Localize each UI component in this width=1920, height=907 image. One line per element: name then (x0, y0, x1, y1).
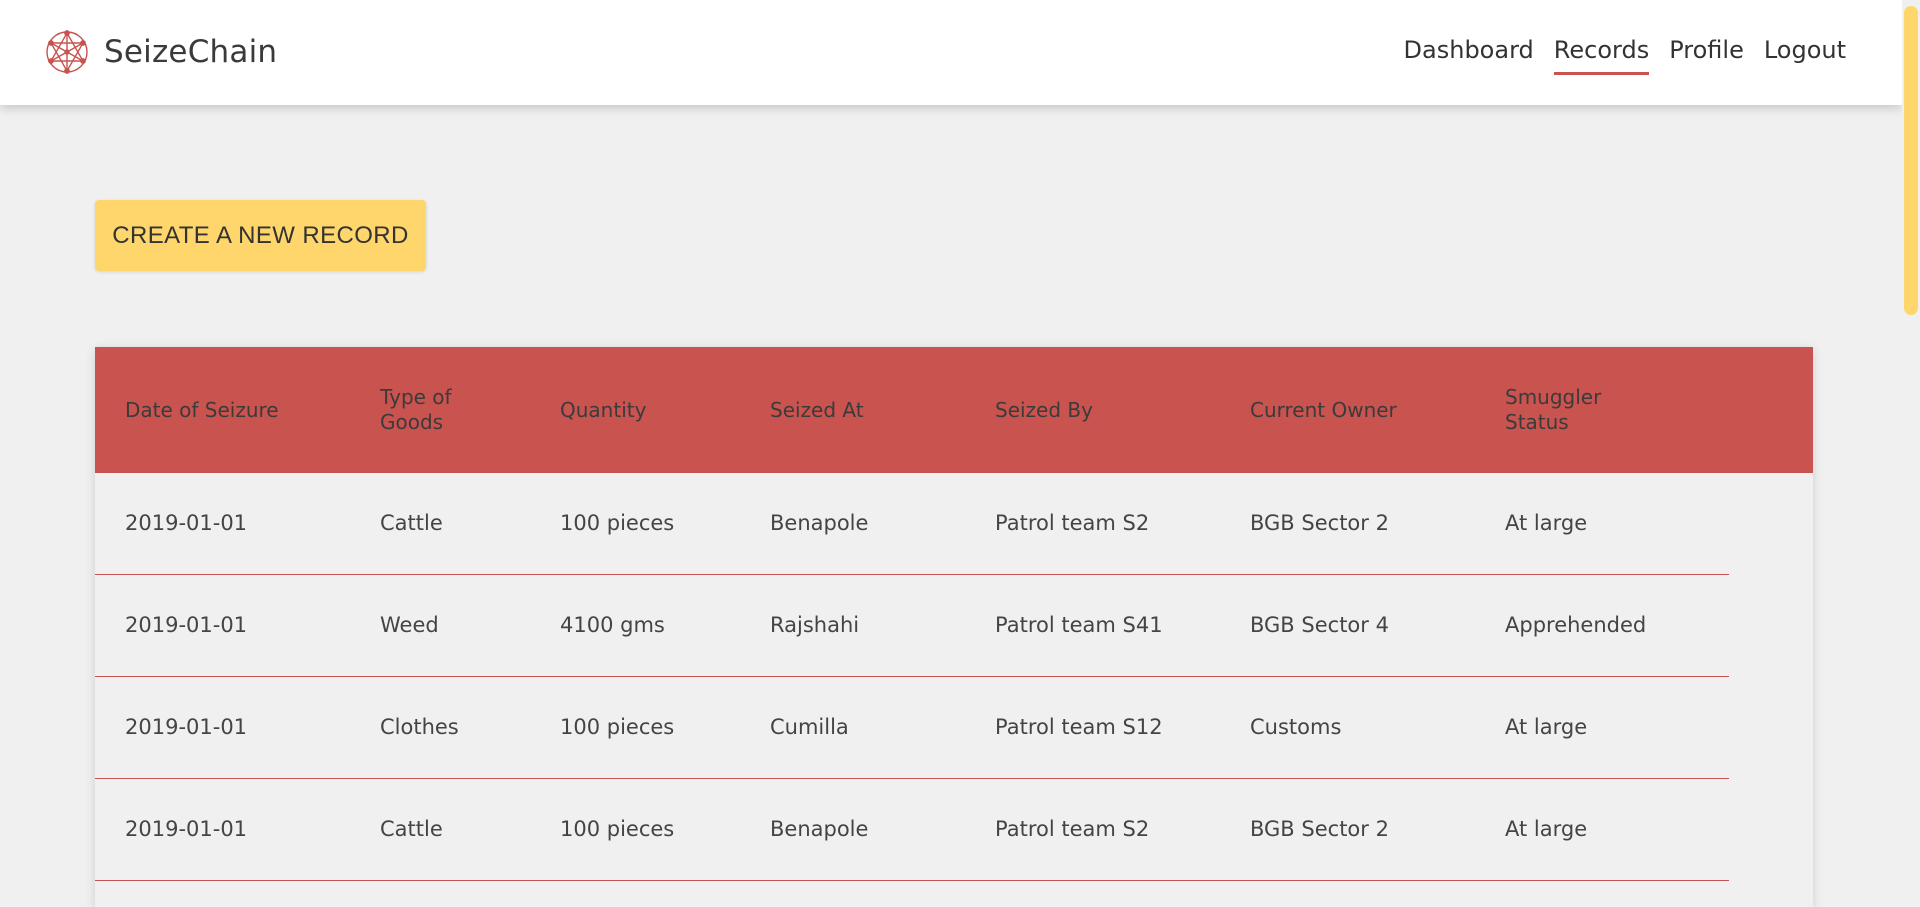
cell-status: At large (1505, 511, 1588, 535)
cell-owner: BGB Sector 2 (1250, 511, 1389, 535)
main-nav: Dashboard Records Profile Logout (1384, 36, 1846, 75)
cell-seized-at: Rajshahi (770, 613, 860, 637)
brand[interactable]: SeizeChain (42, 27, 277, 77)
cell-quantity: 100 pieces (560, 715, 675, 739)
cell-seized-by: Patrol team S2 (995, 511, 1150, 535)
cell-quantity: 100 pieces (560, 511, 675, 535)
table-header: Date of Seizure Type of Goods Quantity S… (95, 347, 1813, 473)
cell-date: 2019-01-01 (125, 511, 248, 535)
cell-seized-at: Benapole (770, 511, 869, 535)
header-date: Date of Seizure (125, 397, 279, 422)
cell-owner: Customs (1250, 715, 1342, 739)
cell-quantity: 4100 gms (560, 613, 665, 637)
header-seized-at: Seized At (770, 397, 864, 422)
brand-name: SeizeChain (104, 34, 278, 70)
header-seized-by: Seized By (995, 397, 1093, 422)
cell-seized-at: Benapole (770, 817, 869, 841)
records-table: Date of Seizure Type of Goods Quantity S… (95, 347, 1813, 907)
table-row[interactable]: 2019-01-01 Cattle 100 pieces Benapole Pa… (95, 473, 1729, 575)
cell-seized-by: Patrol team S2 (995, 817, 1150, 841)
cell-status: At large (1505, 817, 1588, 841)
table-row[interactable]: 2019-01-01 Weed 4100 gms Rajshahi Patrol… (95, 575, 1729, 677)
cell-seized-by: Patrol team S12 (995, 715, 1163, 739)
cell-seized-at: Cumilla (770, 715, 849, 739)
header-current-owner: Current Owner (1250, 397, 1397, 422)
header-smuggler-status: Smuggler Status (1505, 385, 1602, 434)
cell-date: 2019-01-01 (125, 715, 248, 739)
nav-dashboard[interactable]: Dashboard (1404, 36, 1534, 75)
cell-type: Weed (380, 613, 439, 637)
table-row[interactable]: 2019-01-01 Clothes 100 pieces Cumilla Pa… (95, 677, 1729, 779)
header-type: Type of Goods (380, 385, 452, 434)
cell-date: 2019-01-01 (125, 817, 248, 841)
cell-date: 2019-01-01 (125, 613, 248, 637)
cell-type: Cattle (380, 511, 443, 535)
cell-status: At large (1505, 715, 1588, 739)
cell-status: Apprehended (1505, 613, 1647, 637)
create-record-button[interactable]: CREATE A NEW RECORD (95, 200, 426, 271)
nav-profile[interactable]: Profile (1669, 36, 1744, 75)
nav-records[interactable]: Records (1553, 36, 1650, 75)
header-quantity: Quantity (560, 397, 647, 422)
cell-type: Cattle (380, 817, 443, 841)
cell-owner: BGB Sector 2 (1250, 817, 1389, 841)
cell-type: Clothes (380, 715, 459, 739)
cell-owner: BGB Sector 4 (1250, 613, 1389, 637)
network-logo-icon (42, 27, 92, 77)
table-row[interactable]: 2019-01-01 Cattle 100 pieces Benapole Pa… (95, 779, 1729, 881)
page-scrollbar[interactable] (1902, 0, 1920, 881)
cell-seized-by: Patrol team S41 (995, 613, 1163, 637)
nav-logout[interactable]: Logout (1764, 36, 1846, 75)
navbar: SeizeChain Dashboard Records Profile Log… (0, 0, 1902, 105)
cell-quantity: 100 pieces (560, 817, 675, 841)
scrollbar-thumb[interactable] (1904, 6, 1918, 315)
